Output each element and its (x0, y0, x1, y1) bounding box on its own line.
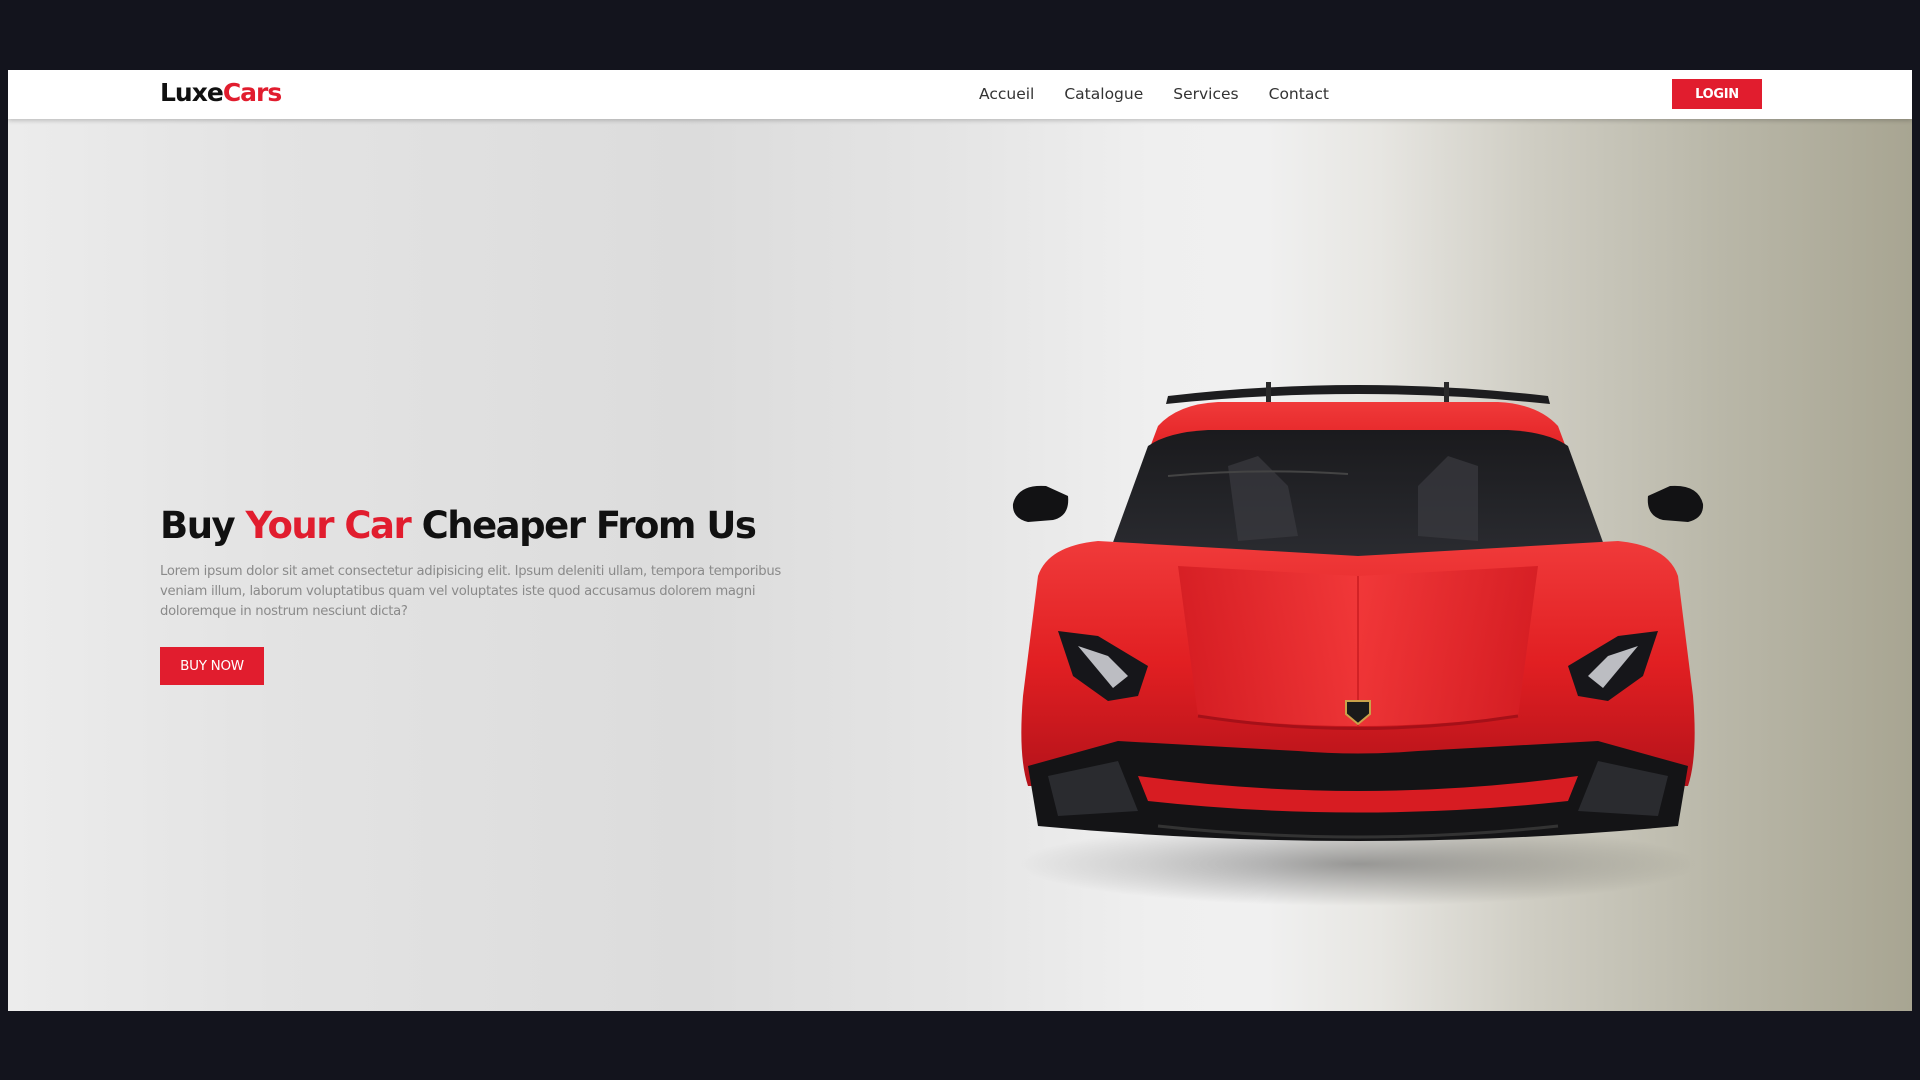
car-spoiler (1166, 385, 1550, 404)
nav-link-services[interactable]: Services (1173, 85, 1238, 103)
hero-title-accent: Your Car (245, 504, 412, 547)
logo-text-cars: Cars (222, 78, 282, 107)
hero-title: Buy Your Car Cheaper From Us (160, 504, 757, 547)
car-windshield (1108, 430, 1608, 564)
nav-links: Accueil Catalogue Services Contact (979, 85, 1329, 103)
hero-title-part1: Buy (160, 504, 246, 547)
logo-text-luxe: Luxe (160, 78, 224, 107)
nav-link-accueil[interactable]: Accueil (979, 85, 1034, 103)
car-mirror-right (1647, 485, 1704, 522)
logo[interactable]: LuxeCars (160, 78, 282, 107)
hero-title-part2: Cheaper From Us (410, 504, 757, 547)
browser-page-frame: LuxeCars Accueil Catalogue Services Cont… (8, 70, 1912, 1011)
nav-link-contact[interactable]: Contact (1269, 85, 1329, 103)
login-button[interactable]: LOGIN (1672, 79, 1762, 109)
buy-now-button[interactable]: BUY NOW (160, 647, 264, 685)
nav-link-catalogue[interactable]: Catalogue (1064, 85, 1143, 103)
car-image (1012, 382, 1704, 906)
hero-description: Lorem ipsum dolor sit amet consectetur a… (160, 564, 781, 619)
navbar: LuxeCars Accueil Catalogue Services Cont… (8, 70, 1912, 119)
car-mirror-left (1012, 485, 1069, 522)
